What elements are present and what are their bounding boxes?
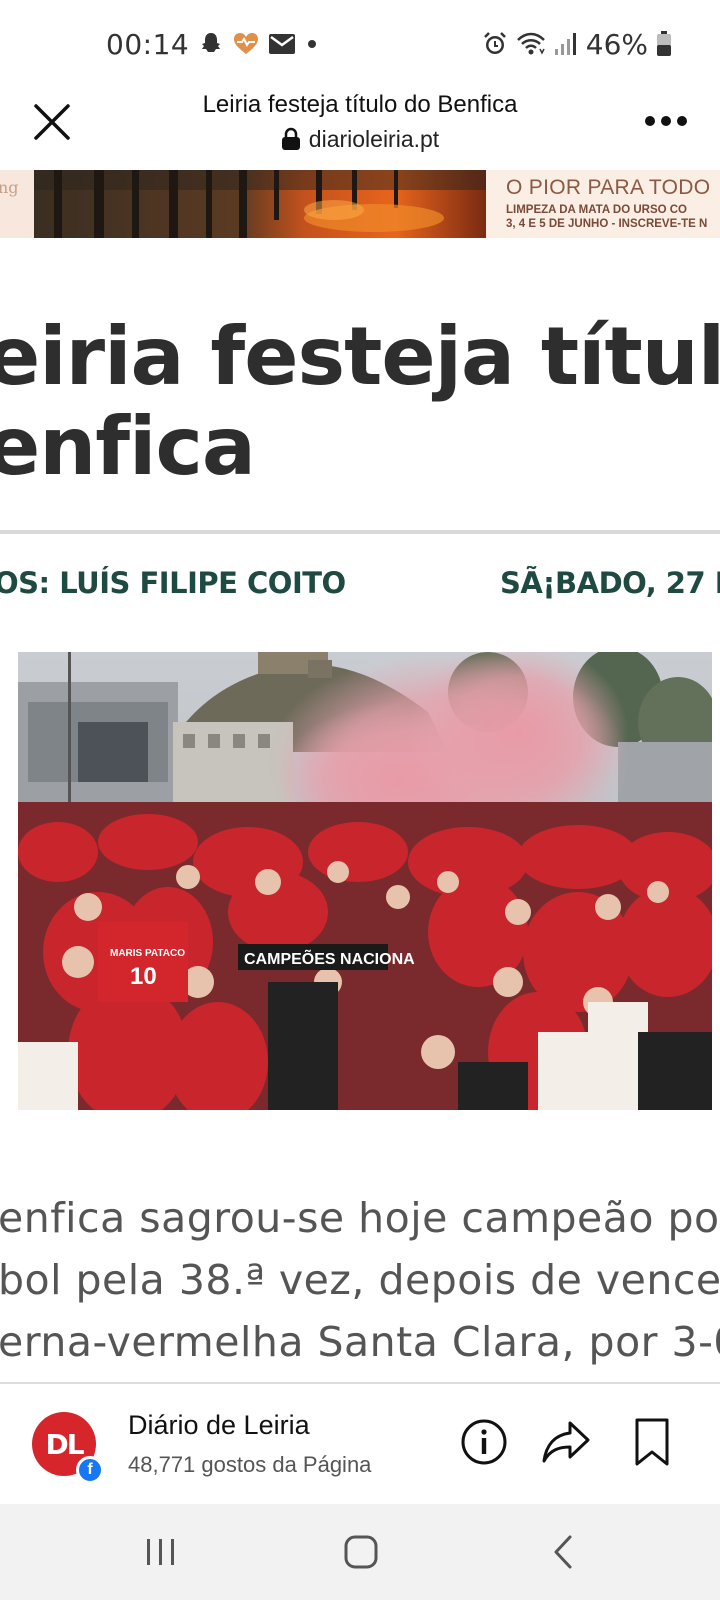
headline-line-1: eiria festeja título do <box>0 312 720 403</box>
recent-apps-button[interactable] <box>126 1524 196 1580</box>
status-right: 46% <box>482 24 672 64</box>
header-titles: Leiria festeja título do Benfica diariol… <box>110 88 610 156</box>
battery-percent: 46% <box>585 27 648 61</box>
ad-forest-fire-image <box>34 170 486 238</box>
divider <box>0 530 720 534</box>
page-avatar-text: DL <box>45 1427 84 1461</box>
bookmark-button[interactable] <box>624 1414 680 1470</box>
battery-icon <box>656 31 672 57</box>
share-icon <box>542 1421 590 1463</box>
body-line-1: enfica sagrou-se hoje campeão portug <box>0 1194 720 1242</box>
more-options-button[interactable] <box>640 106 692 136</box>
system-nav-bar <box>0 1504 720 1600</box>
back-icon <box>554 1535 572 1569</box>
home-icon <box>344 1535 378 1569</box>
signal-icon <box>554 32 578 56</box>
more-dot-icon <box>677 116 687 126</box>
url-row[interactable]: diarioleiria.pt <box>110 122 610 156</box>
shirt-name-text: MARIS PATACO <box>110 948 185 959</box>
facebook-page-likes: 48,771 gostos da Página <box>128 1452 372 1477</box>
article-body: enfica sagrou-se hoje campeão portug bol… <box>0 1180 720 1380</box>
close-icon <box>34 104 70 140</box>
mail-icon <box>269 34 296 54</box>
more-dot-icon <box>661 116 671 126</box>
back-button[interactable] <box>528 1524 598 1580</box>
ad-text-block: O PIOR PARA TODO LIMPEZA DA MATA DO URSO… <box>488 170 720 238</box>
byline-row: OS: LUÍS FILIPE COITO SÃ¡BADO, 27 MA <box>0 566 720 606</box>
home-button[interactable] <box>326 1524 396 1580</box>
share-button[interactable] <box>538 1414 594 1470</box>
alarm-icon <box>482 31 508 57</box>
facebook-page-bar: DL f Diário de Leiria 48,771 gostos da P… <box>0 1382 720 1504</box>
scarf-banner-text: CAMPEÕES NACIONA <box>244 948 415 968</box>
info-icon <box>461 1419 507 1465</box>
ad-left-strip: ng <box>0 170 34 238</box>
page-url: diarioleiria.pt <box>308 125 440 152</box>
close-button[interactable] <box>28 98 76 146</box>
ad-subline-1: LIMPEZA DA MATA DO URSO CO <box>506 204 688 216</box>
status-left: 00:14 <box>106 24 319 64</box>
status-time: 00:14 <box>106 27 190 61</box>
bookmark-icon <box>635 1418 669 1466</box>
lock-icon <box>281 127 300 150</box>
ad-left-text: ng <box>0 178 19 197</box>
status-bar: 00:14 46% <box>0 0 720 84</box>
info-button[interactable] <box>456 1414 512 1470</box>
ad-headline: O PIOR PARA TODO <box>506 176 711 199</box>
heart-pulse-icon <box>233 32 259 56</box>
shirt-number-text: 10 <box>130 963 157 990</box>
headline-line-2: enfica <box>0 400 256 492</box>
facebook-page-name[interactable]: Diário de Leiria <box>128 1410 310 1441</box>
snapchat-ghost-icon <box>199 31 223 57</box>
body-line-3: erna-vermelha Santa Clara, por 3-0, en <box>0 1318 720 1366</box>
recent-apps-icon <box>147 1539 174 1565</box>
ad-subline-2: 3, 4 E 5 DE JUNHO - INSCREVE-TE N <box>506 218 708 230</box>
article-headline: eiria festeja título do enfica <box>0 312 720 492</box>
article-photo[interactable]: CAMPEÕES NACIONA MARIS PATACO 10 <box>18 652 712 1110</box>
facebook-badge-icon: f <box>76 1456 104 1484</box>
article-date: SÃ¡BADO, 27 MA <box>500 566 720 600</box>
byline: OS: LUÍS FILIPE COITO <box>0 566 346 600</box>
more-dot-icon <box>645 116 655 126</box>
browser-page-title: Leiria festeja título do Benfica <box>202 91 518 118</box>
notification-dot-icon <box>305 37 319 51</box>
wifi-icon <box>516 31 546 57</box>
body-line-2: bol pela 38.ª vez, depois de vencer em <box>0 1256 720 1304</box>
ad-banner[interactable]: ng O PIOR PARA TODO LIMPEZA DA MATA DO U… <box>0 170 720 238</box>
browser-header: Leiria festeja título do Benfica diariol… <box>0 84 720 170</box>
